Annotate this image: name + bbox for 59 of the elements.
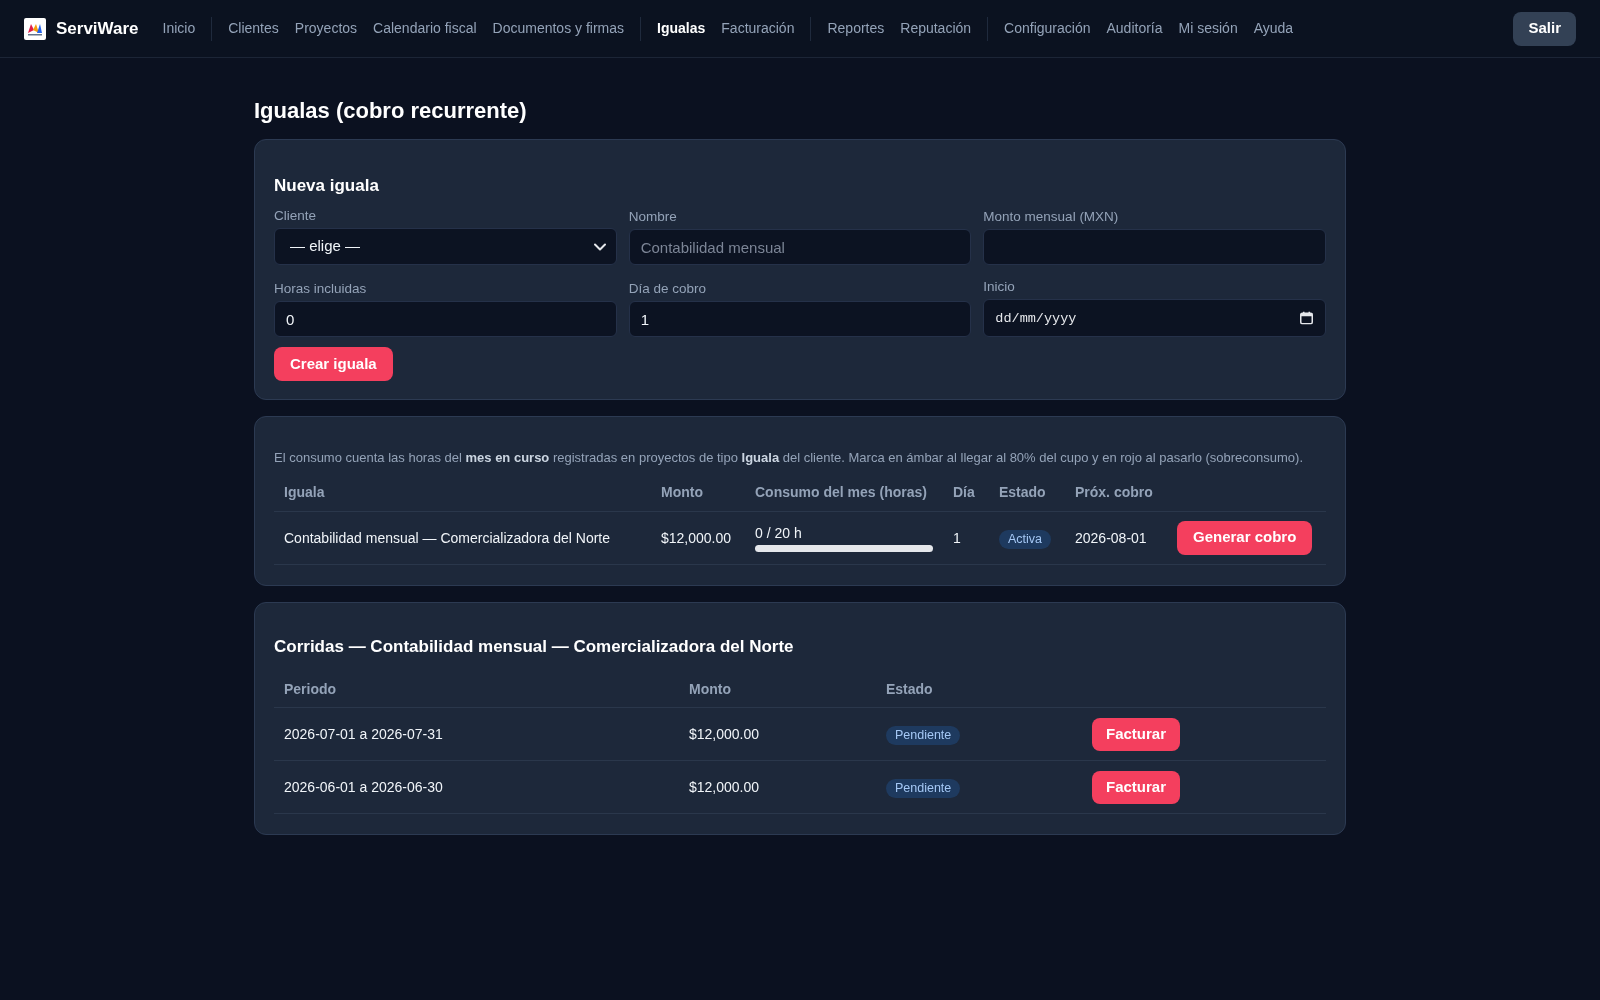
- brand-name: ServiWare: [56, 17, 139, 40]
- table-cell: Contabilidad mensual — Comercializadora del Norte: [284, 529, 611, 546]
- nav-link[interactable]: Auditoría: [1106, 18, 1163, 39]
- nav-link[interactable]: Documentos y firmas: [492, 18, 625, 39]
- page-title: Igualas (cobro recurrente): [254, 98, 528, 124]
- text-field[interactable]: [983, 229, 1326, 265]
- field-label: Horas incluidas: [274, 280, 368, 298]
- column-header: Estado: [999, 484, 1046, 501]
- nav-link[interactable]: Facturación: [721, 18, 795, 39]
- nav-link[interactable]: Reputación: [900, 18, 972, 39]
- nav-link[interactable]: Configuración: [1004, 18, 1091, 39]
- table-cell: $12,000.00: [661, 529, 732, 546]
- table-cell: $12,000.00: [689, 726, 760, 742]
- nav-link[interactable]: Inicio: [162, 18, 196, 39]
- nav-link[interactable]: Ayuda: [1253, 18, 1294, 39]
- column-header: Estado: [886, 680, 933, 697]
- field-label: Nombre: [628, 208, 678, 226]
- text-field[interactable]: 1: [628, 301, 972, 337]
- column-header: Monto: [661, 484, 703, 501]
- column-header: Iguala: [284, 484, 325, 501]
- usage-reading: 0 / 20 h: [755, 525, 802, 542]
- status-badge: Pendiente: [886, 779, 961, 798]
- info-note: El consumo cuenta las horas del mes en curso registradas en proyectos de tipo Iguala del cliente. Marca en ámbar al llegar al 80% del cupo y en rojo al pasarlo (sobreconsumo).: [274, 449, 1305, 467]
- field-label: Cliente: [274, 207, 318, 225]
- table-cell: $12,000.00: [689, 779, 760, 795]
- logo-icon: [24, 17, 46, 40]
- column-header: Periodo: [284, 680, 337, 697]
- nav-link[interactable]: Mi sesión: [1178, 18, 1238, 39]
- nav-link[interactable]: Igualas: [657, 18, 706, 39]
- field-label: Día de cobro: [628, 280, 707, 298]
- table-cell: 2026-06-01 a 2026-06-30: [284, 779, 443, 795]
- field-label: Monto mensual (MXN): [983, 208, 1120, 226]
- generate-charge-button[interactable]: Generar cobro: [1177, 520, 1313, 555]
- invoice-button[interactable]: Facturar: [1092, 717, 1181, 751]
- text-field[interactable]: 0: [274, 301, 617, 337]
- nav-link[interactable]: Reportes: [827, 18, 885, 39]
- nav-link[interactable]: Calendario fiscal: [373, 18, 477, 39]
- invoice-button[interactable]: Facturar: [1092, 770, 1181, 804]
- date-field[interactable]: dd/mm/yyyy: [983, 299, 1326, 337]
- table-cell: 2026-07-01 a 2026-07-31: [284, 726, 443, 742]
- column-header: Próx. cobro: [1075, 484, 1153, 501]
- logout-button[interactable]: Salir: [1513, 11, 1576, 46]
- calendar-icon[interactable]: [1300, 311, 1313, 325]
- client-select[interactable]: — elige —: [274, 228, 617, 265]
- section-title: Corridas — Contabilidad mensual — Comercializadora del Norte: [274, 635, 795, 658]
- table-cell: 2026-08-01: [1075, 529, 1147, 546]
- status-badge: Pendiente: [886, 726, 961, 745]
- field-label: Inicio: [983, 278, 1016, 296]
- chevron-down-icon: [593, 242, 606, 251]
- status-badge: Activa: [999, 529, 1052, 549]
- nav-link[interactable]: Clientes: [228, 18, 279, 39]
- create-button[interactable]: Crear iguala: [274, 347, 393, 381]
- nav-link[interactable]: Proyectos: [294, 18, 358, 39]
- section-title: Nueva iguala: [274, 175, 380, 197]
- table-cell: 1: [953, 529, 961, 546]
- column-header: Consumo del mes (horas): [755, 484, 927, 501]
- column-header: Monto: [689, 680, 731, 697]
- column-header: Día: [953, 484, 975, 501]
- text-field[interactable]: Contabilidad mensual: [628, 229, 972, 265]
